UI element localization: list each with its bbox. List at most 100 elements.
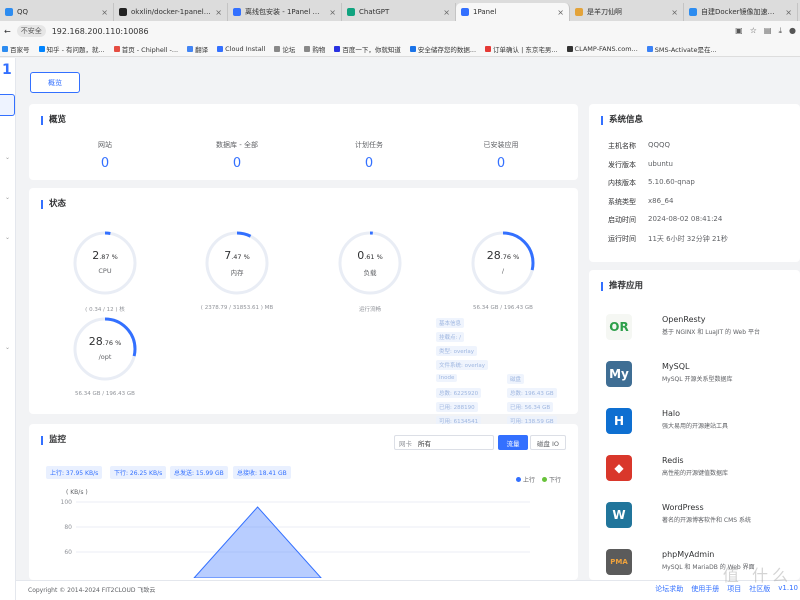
close-icon[interactable]: × <box>671 8 678 17</box>
recommended-app-item[interactable]: W WordPress 著名的开源博客软件和 CMS 系统 <box>604 500 800 540</box>
status-gauge[interactable]: 7.47% 内存 <box>204 230 270 296</box>
chevron-down-icon[interactable]: ⌄ <box>5 344 10 351</box>
status-gauge[interactable]: 28.76%/opt <box>72 316 138 382</box>
browser-tab[interactable]: 自建Docker镜像加速，基于V× <box>684 3 798 21</box>
profile-avatar[interactable]: ● <box>789 26 796 36</box>
overview-stat[interactable]: 计划任务 0 <box>319 140 419 171</box>
footer-link-manual[interactable]: 使用手册 <box>691 584 719 594</box>
browser-tab[interactable]: okxlin/docker-1panel: Docke × <box>114 3 228 21</box>
browser-tab[interactable]: 1Panel × <box>456 3 570 21</box>
chevron-down-icon[interactable]: ⌄ <box>5 234 10 241</box>
status-title: 状态 <box>41 200 66 209</box>
recommended-app-item[interactable]: My MySQL MySQL 开源关系型数据库 <box>604 359 800 399</box>
bookmark-item[interactable]: 订单确认 | 东京宅男... <box>485 44 558 54</box>
close-icon[interactable]: × <box>443 8 450 17</box>
system-info-row: 内核版本 5.10.60-qnap <box>608 178 695 188</box>
close-icon[interactable]: × <box>101 8 108 17</box>
browser-tab[interactable]: 离线包安装 - 1Panel 文档 × <box>228 3 342 21</box>
gauge-label: CPU <box>98 267 112 275</box>
overview-stat[interactable]: 网站 0 <box>55 140 155 171</box>
system-info-row: 主机名称 QQQQ <box>608 141 670 151</box>
bookmark-favicon-icon <box>38 45 45 52</box>
gauge-percent: 0.61% <box>337 249 403 262</box>
browser-tab[interactable]: QQ × <box>0 3 114 21</box>
gauge-percent-dec: .76 <box>102 339 114 347</box>
app-name: phpMyAdmin <box>662 550 715 559</box>
bookmark-label: Cloud Install <box>225 44 266 53</box>
overview-stat[interactable]: 数据库 - 全部 0 <box>187 140 287 171</box>
gauge-subtext: 56.34 GB / 196.43 GB <box>473 305 533 311</box>
insecure-badge[interactable]: 不安全 <box>16 25 46 37</box>
overview-stat[interactable]: 已安装应用 0 <box>451 140 551 171</box>
recommended-apps-title: 推荐应用 <box>601 282 643 291</box>
overview-stat-label: 已安装应用 <box>483 141 519 149</box>
close-icon[interactable]: × <box>329 8 336 17</box>
status-gauge[interactable]: 28.76% / <box>470 230 536 296</box>
disk-tooltip-line: 类型: overlay <box>436 346 478 356</box>
gauge-track <box>205 231 269 295</box>
system-info-title: 系统信息 <box>601 116 643 125</box>
extension-icon[interactable]: ▣ <box>735 26 743 36</box>
tab-overview[interactable]: 概览 <box>30 72 80 93</box>
status-gauge[interactable]: 2.87% CPU <box>72 230 138 296</box>
traffic-button[interactable]: 流量 <box>498 435 528 450</box>
url-field[interactable]: 192.168.200.110:10086 <box>52 27 729 36</box>
app-sidebar: 1 ⌄ ⌄ ⌄ ⌄ <box>0 58 16 600</box>
bookmark-star-icon[interactable]: ☆ <box>750 26 757 36</box>
nic-select[interactable]: 网卡 所有 <box>394 435 494 450</box>
close-icon[interactable]: × <box>785 8 792 17</box>
bookmark-item[interactable]: Cloud Install <box>217 45 265 53</box>
chevron-down-icon[interactable]: ⌄ <box>5 154 10 161</box>
app-logo-icon: PMA <box>606 549 632 575</box>
app-name: Halo <box>662 409 681 418</box>
bookmark-item[interactable]: 百度一下，你就知道 <box>334 44 401 54</box>
gauge-label: 负载 <box>363 269 377 277</box>
bookmark-item[interactable]: 知乎 - 有问题，就... <box>38 44 105 54</box>
recommended-app-item[interactable]: OR OpenResty 基于 NGINX 和 LuaJIT 的 Web 平台 <box>604 312 800 352</box>
recommended-app-item[interactable]: ◆ Redis 高性能的开源键值数据库 <box>604 453 800 493</box>
system-info-key: 系统类型 <box>608 197 636 206</box>
bookmark-item[interactable]: 论坛 <box>274 44 295 54</box>
recommended-app-item[interactable]: H Halo 强大易用的开源建站工具 <box>604 406 800 446</box>
sidebar-toggle-icon[interactable]: ▤ <box>764 26 772 36</box>
bookmark-item[interactable]: 安全储存您的数据... <box>409 44 476 54</box>
app-name: WordPress <box>662 503 704 512</box>
gauge-percent-unit: % <box>243 253 250 261</box>
app-logo-icon: W <box>606 502 632 528</box>
overview-stat-value: 0 <box>100 156 110 171</box>
bookmark-item[interactable]: 首页 - Chiphell -... <box>113 44 178 54</box>
gauge-percent-unit: % <box>111 253 118 261</box>
browser-tab[interactable]: ChatGPT × <box>342 3 456 21</box>
gauge-percent: 28.76% <box>470 249 536 262</box>
bookmark-item[interactable]: CLAMP-FANS.com... <box>566 45 638 53</box>
footer-link-forum[interactable]: 论坛求助 <box>655 584 683 594</box>
app-logo: 1 <box>2 62 12 78</box>
tab-title: 离线包安装 - 1Panel 文档 <box>245 8 326 16</box>
bookmark-label: 购物 <box>312 45 326 54</box>
browser-tab-bar: QQ×okxlin/docker-1panel: Docke×离线包安装 - 1… <box>0 0 800 21</box>
bookmark-label: 知乎 - 有问题，就... <box>46 45 105 54</box>
download-icon[interactable]: ⤓ <box>778 26 782 36</box>
close-icon[interactable]: × <box>215 8 222 17</box>
monitor-stat-badge: 总发送: 15.99 GB <box>170 466 228 479</box>
system-info-row: 运行时间 11天 6小时 32分钟 21秒 <box>608 234 728 244</box>
back-icon[interactable]: ← <box>4 27 11 36</box>
disk-io-button[interactable]: 磁盘 IO <box>530 435 566 450</box>
browser-tab[interactable]: 是羊刀仙啊 × <box>570 3 684 21</box>
bookmark-item[interactable]: 购物 <box>304 44 325 54</box>
bookmark-item[interactable]: 百家号 <box>2 44 30 54</box>
status-gauge[interactable]: 0.61% 负载 <box>337 230 403 296</box>
overview-stat-value: 0 <box>496 156 506 171</box>
gauge-percent-dec: .76 <box>500 253 512 261</box>
chevron-down-icon[interactable]: ⌄ <box>5 194 10 201</box>
app-logo-icon: ◆ <box>606 455 632 481</box>
app-logo-icon: OR <box>606 314 632 340</box>
bookmark-item[interactable]: 翻译 <box>187 44 208 54</box>
bookmark-favicon-icon <box>485 45 492 52</box>
app-description: 著名的开源博客软件和 CMS 系统 <box>662 517 751 524</box>
app-name: OpenResty <box>662 315 706 324</box>
sidebar-item-overview[interactable] <box>0 94 15 116</box>
bookmark-item[interactable]: SMS-Activate是在... <box>646 44 717 54</box>
close-icon[interactable]: × <box>557 8 564 17</box>
monitor-stat-badge: 下行: 26.25 KB/s <box>110 466 167 479</box>
